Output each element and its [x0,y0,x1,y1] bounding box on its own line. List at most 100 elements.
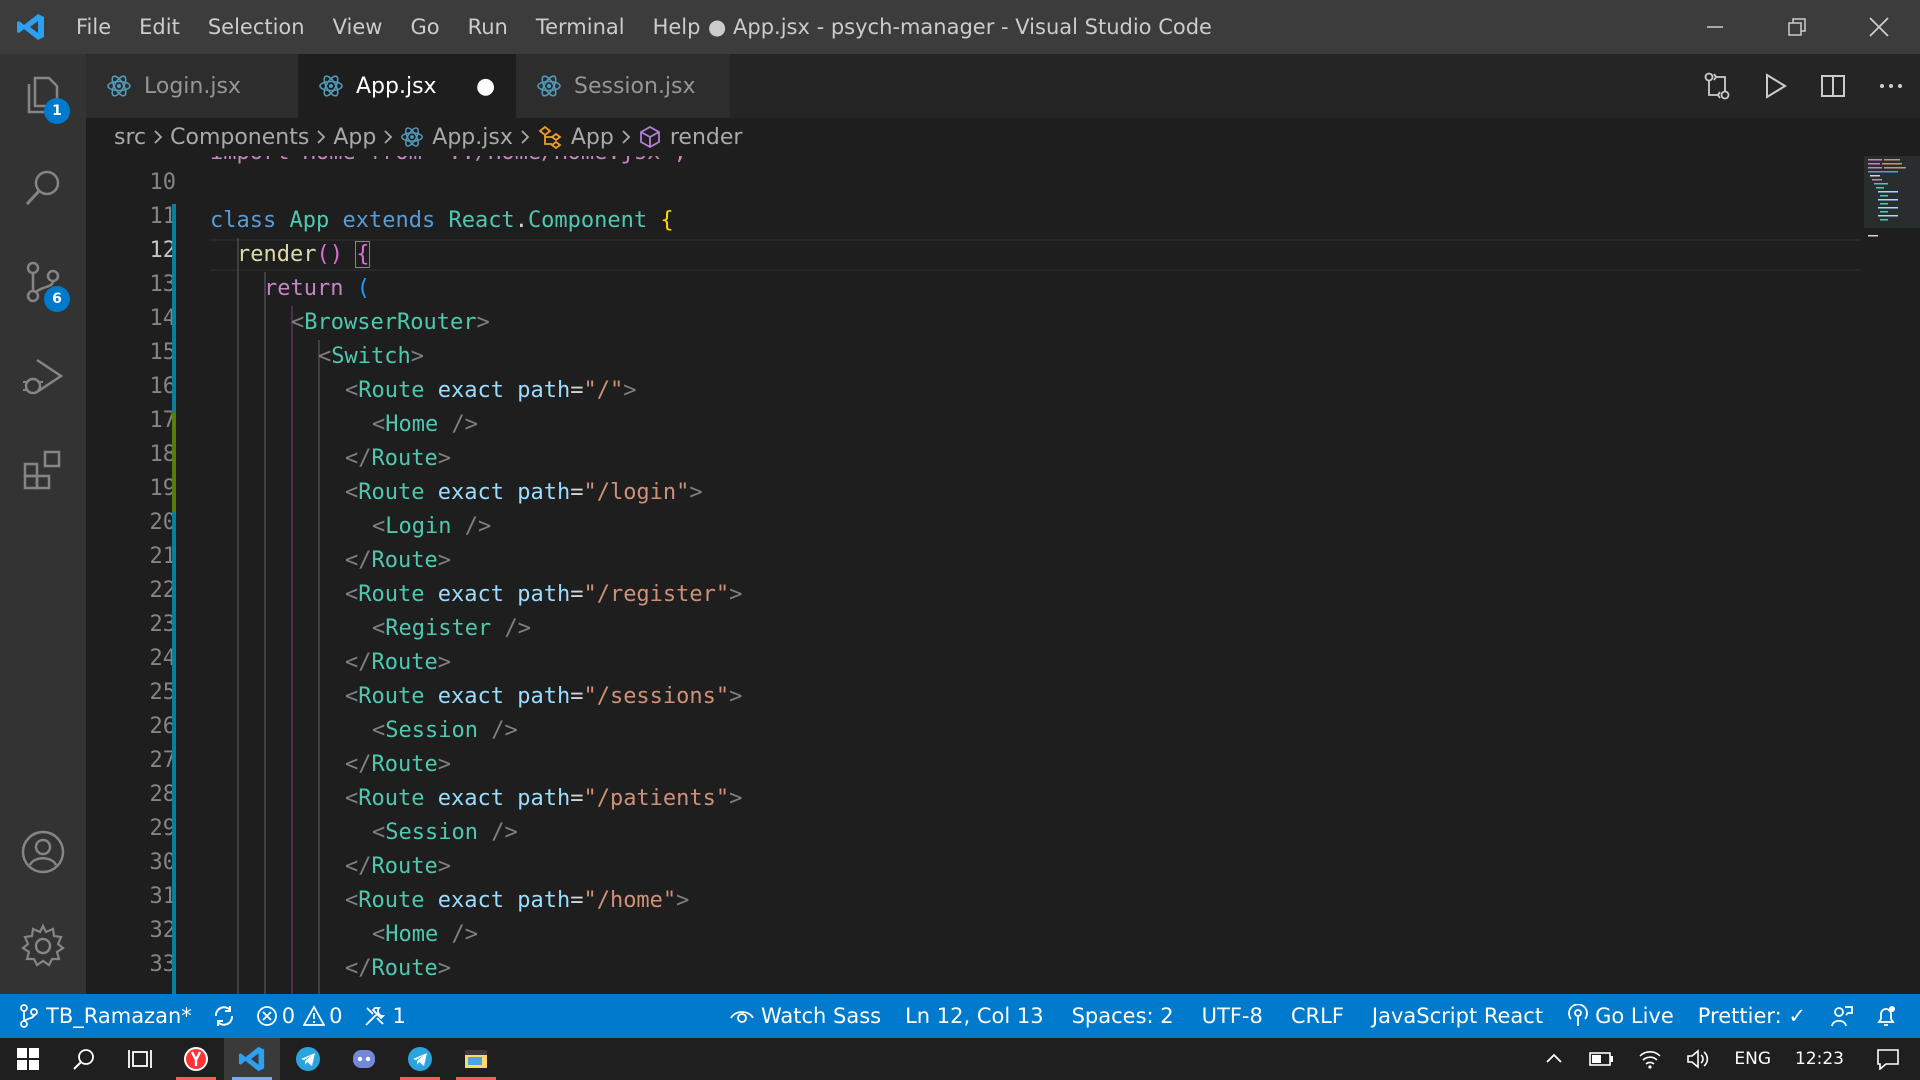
account-icon [21,830,65,874]
code-token: < [318,344,332,369]
current-line-highlight [210,239,1860,271]
code-token: < [345,786,359,811]
telegram-app[interactable] [280,1038,336,1080]
branch-status[interactable]: TB_Ramazan* [0,994,202,1038]
indent-guide [318,340,320,994]
breadcrumb-file[interactable]: App.jsx [400,125,513,150]
menu-run[interactable]: Run [454,0,522,54]
accounts-button[interactable] [0,812,86,892]
code-token: > [437,548,451,573]
minimap[interactable] [1864,156,1920,994]
feedback-button[interactable] [1820,994,1864,1038]
code-editor[interactable]: 9 10 11 12 13 14 15 16 17 18 19 20 21 22… [86,156,1920,994]
code-token: > [689,480,703,505]
menu-view[interactable]: View [319,0,397,54]
window-controls [1674,0,1920,54]
code-token: exact [437,786,504,811]
explorer-button[interactable]: 1 [0,54,86,134]
bell-icon [1877,1006,1895,1026]
show-hidden-icons-button[interactable] [1532,1038,1576,1080]
battery-button[interactable] [1576,1038,1626,1080]
more-actions-button[interactable] [1862,54,1920,118]
menu-terminal[interactable]: Terminal [522,0,639,54]
search-button[interactable] [0,148,86,228]
discord-app[interactable] [336,1038,392,1080]
input-language[interactable]: ENG [1722,1038,1783,1080]
action-center-button[interactable] [1856,1038,1920,1080]
line-number: 28 [149,782,177,807]
code-token: Session [385,718,478,743]
taskbar-search-button[interactable] [56,1038,112,1080]
task-view-button[interactable] [112,1038,168,1080]
clock[interactable]: 12:23 [1783,1038,1856,1080]
yandex-browser-app[interactable] [168,1038,224,1080]
eol-status[interactable]: CRLF [1277,994,1358,1038]
indent-guide [291,306,293,994]
menu-go[interactable]: Go [396,0,453,54]
code-token: path [517,582,571,607]
telegram-app-second[interactable] [392,1038,448,1080]
watch-sass-button[interactable]: Watch Sass [719,994,891,1038]
problems-status[interactable]: 0 0 [246,994,353,1038]
run-debug-button[interactable] [0,336,86,416]
tab-app-jsx[interactable]: App.jsx ● [298,54,516,118]
prettier-status[interactable]: Prettier: ✓ [1684,994,1820,1038]
menu-edit[interactable]: Edit [125,0,194,54]
menu-file[interactable]: File [62,0,125,54]
open-changes-button[interactable] [1688,54,1746,118]
folder-window-icon [465,1050,487,1068]
line-number: 16 [149,374,177,399]
code-token: exact [437,888,504,913]
tab-login-jsx[interactable]: Login.jsx [86,54,298,118]
code-token: Route [358,480,425,505]
manage-button[interactable] [0,906,86,986]
code-token: </ [345,956,372,981]
volume-button[interactable] [1674,1038,1722,1080]
watch-sass-label: Watch Sass [760,1004,882,1028]
close-window-button[interactable] [1838,0,1920,54]
breadcrumb-method[interactable]: render [638,125,742,150]
menu-selection[interactable]: Selection [194,0,319,54]
code-token: > [437,752,451,777]
run-button[interactable] [1746,54,1804,118]
code-line: </Route> [345,850,451,884]
minimize-button[interactable] [1674,0,1756,54]
react-icon [401,127,424,147]
code-token: exact [437,480,504,505]
code-token: Route [358,582,425,607]
run-debug-icon [23,358,64,395]
windows-taskbar: ENG 12:23 [0,1038,1920,1080]
file-explorer-app[interactable] [448,1038,504,1080]
breadcrumb-class[interactable]: App [537,125,614,150]
code-line: <Register /> [372,612,531,646]
breadcrumb-item[interactable]: src [114,125,146,150]
source-control-button[interactable]: 6 [0,242,86,322]
live-share-status[interactable]: 1 [353,994,416,1038]
code-token: Component [527,208,648,233]
go-live-button[interactable]: Go Live [1557,994,1684,1038]
code-area[interactable]: import Home from "../Home/Home.jsx"; cla… [210,156,1860,994]
vscode-taskbar-app[interactable] [224,1038,280,1080]
breadcrumb-item[interactable]: App [333,125,376,150]
language-mode[interactable]: JavaScript React [1358,994,1557,1038]
start-button[interactable] [0,1038,56,1080]
sync-button[interactable] [202,994,246,1038]
menu-help[interactable]: Help [639,0,715,54]
wifi-button[interactable] [1626,1038,1674,1080]
encoding-status[interactable]: UTF-8 [1188,994,1277,1038]
cursor-position[interactable]: Ln 12, Col 13 [891,994,1058,1038]
unsaved-dot-icon[interactable]: ● [476,74,495,99]
split-editor-button[interactable] [1804,54,1862,118]
restore-button[interactable] [1756,0,1838,54]
code-token: path [517,888,571,913]
code-token: = [570,684,584,709]
feedback-person-icon [1831,1006,1853,1027]
breadcrumb-item[interactable]: Components [170,125,309,150]
code-line: render() { [237,238,371,272]
tab-session-jsx[interactable]: Session.jsx [516,54,730,118]
chevron-up-icon [1546,1053,1562,1063]
extensions-button[interactable] [0,430,86,510]
indentation-status[interactable]: Spaces: 2 [1058,994,1188,1038]
notifications-button[interactable] [1864,994,1908,1038]
code-token: import Home from "../Home/Home.jsx"; [210,156,687,165]
